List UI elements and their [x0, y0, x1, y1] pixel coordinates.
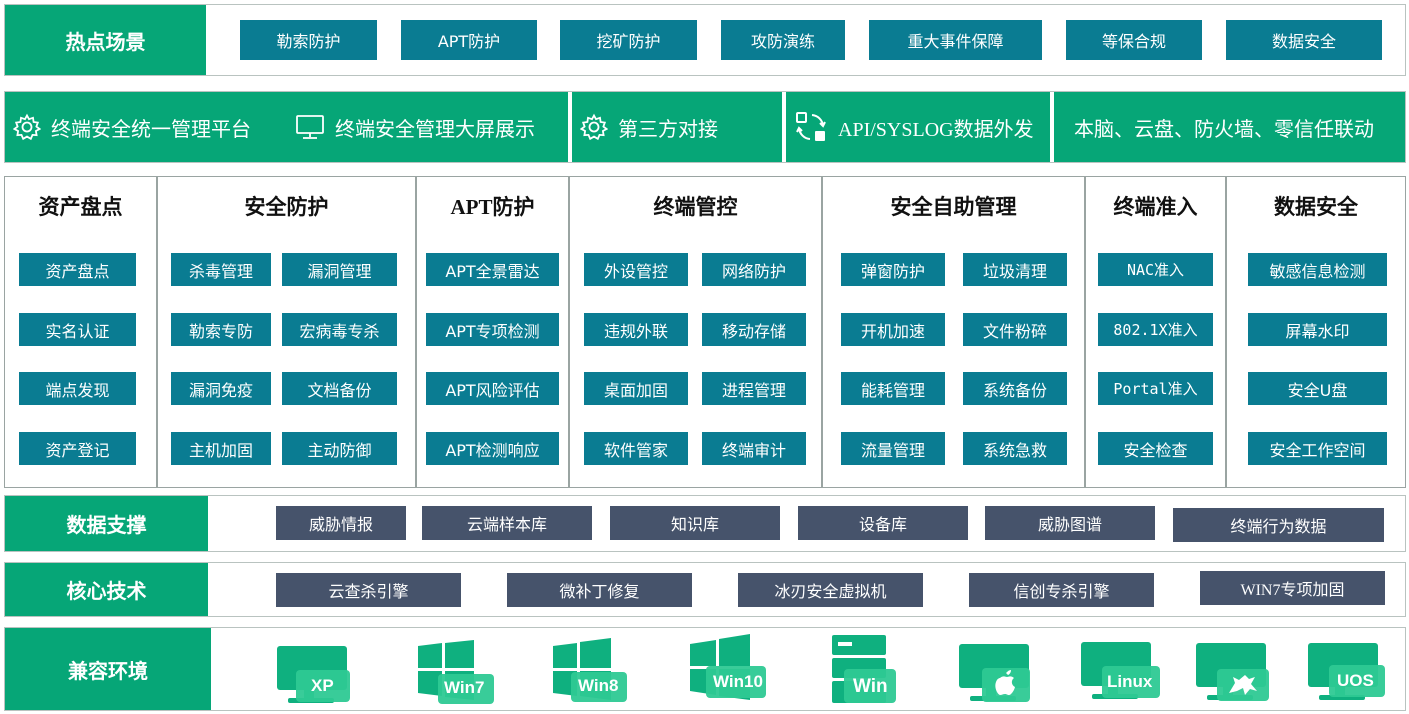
- core-tech-item[interactable]: WIN7专项加固: [1200, 571, 1385, 605]
- module-item[interactable]: 终端审计: [702, 432, 806, 465]
- module-item[interactable]: 开机加速: [841, 313, 945, 346]
- module-item[interactable]: 宏病毒专杀: [282, 313, 397, 346]
- xp-monitor-icon: XP: [274, 644, 354, 706]
- hot-scene-ransomware[interactable]: 勒索防护: [240, 20, 377, 60]
- hot-scene-data-security[interactable]: 数据安全: [1226, 20, 1382, 60]
- feature-linkage-panel: 本脑、云盘、防火墙、零信任联动: [1054, 92, 1405, 162]
- module-title: 终端准入: [1113, 195, 1198, 219]
- os-label-win-server: Win: [853, 676, 888, 697]
- data-support-label: 数据支撑: [5, 496, 208, 551]
- core-tech-band: [4, 562, 1406, 617]
- hot-scene-major-event[interactable]: 重大事件保障: [869, 20, 1042, 60]
- hot-scene-mining[interactable]: 挖矿防护: [560, 20, 697, 60]
- feature-label-bigscreen: 终端安全管理大屏展示: [335, 116, 535, 141]
- module-item[interactable]: 资产登记: [19, 432, 136, 465]
- module-item[interactable]: 违规外联: [584, 313, 688, 346]
- module-item[interactable]: 流量管理: [841, 432, 945, 465]
- module-item[interactable]: 安全U盘: [1248, 372, 1387, 405]
- linux-monitor-icon: Linux: [1078, 640, 1162, 706]
- module-item[interactable]: 外设管控: [584, 253, 688, 286]
- module-item[interactable]: 移动存储: [702, 313, 806, 346]
- module-item[interactable]: NAC准入: [1098, 253, 1213, 286]
- module-item[interactable]: 系统备份: [963, 372, 1067, 405]
- module-item[interactable]: 系统急救: [963, 432, 1067, 465]
- os-label-linux: Linux: [1107, 672, 1153, 691]
- windows-logo-icon: Win8: [549, 638, 631, 706]
- module-item[interactable]: 弹窗防护: [841, 253, 945, 286]
- windows-logo-icon: Win10: [686, 634, 770, 706]
- module-item[interactable]: 进程管理: [702, 372, 806, 405]
- hot-scene-compliance[interactable]: 等保合规: [1066, 20, 1202, 60]
- module-item[interactable]: 主动防御: [282, 432, 397, 465]
- module-item[interactable]: 实名认证: [19, 313, 136, 346]
- data-support-item[interactable]: 威胁图谱: [985, 506, 1155, 540]
- core-tech-item[interactable]: 冰刃安全虚拟机: [738, 573, 923, 607]
- hot-scenes-label: 热点场景: [5, 5, 206, 75]
- feature-label-linkage: 本脑、云盘、防火墙、零信任联动: [1074, 116, 1374, 141]
- gear-icon: [13, 113, 41, 141]
- module-item[interactable]: 漏洞免疫: [171, 372, 271, 405]
- data-support-item[interactable]: 知识库: [610, 506, 780, 540]
- feature-api-syslog-panel: API/SYSLOG数据外发: [786, 92, 1050, 162]
- os-label-uos: UOS: [1337, 671, 1374, 690]
- os-label-xp: XP: [311, 676, 334, 695]
- apple-logo-icon: [956, 642, 1034, 706]
- os-label-win7: Win7: [444, 678, 485, 697]
- module-item[interactable]: Portal准入: [1098, 372, 1213, 405]
- module-title: 安全自助管理: [890, 195, 1017, 219]
- module-item[interactable]: 杀毒管理: [171, 253, 271, 286]
- module-item[interactable]: APT检测响应: [426, 432, 559, 465]
- module-item[interactable]: 桌面加固: [584, 372, 688, 405]
- core-tech-label: 核心技术: [5, 563, 208, 616]
- os-label-win10: Win10: [713, 672, 763, 691]
- core-tech-item[interactable]: 信创专杀引擎: [969, 573, 1154, 607]
- module-item[interactable]: 漏洞管理: [282, 253, 397, 286]
- windows-logo-icon: Win7: [414, 640, 496, 706]
- module-title: APT防护: [450, 195, 535, 219]
- module-item[interactable]: 能耗管理: [841, 372, 945, 405]
- module-item[interactable]: 垃圾清理: [963, 253, 1067, 286]
- feature-label-third-party: 第三方对接: [618, 116, 718, 141]
- module-title: 安全防护: [244, 195, 329, 219]
- compat-label: 兼容环境: [5, 628, 211, 710]
- data-support-item[interactable]: 威胁情报: [276, 506, 406, 540]
- feature-label-api-syslog: API/SYSLOG数据外发: [838, 118, 1034, 141]
- monitor-icon: [296, 115, 324, 139]
- module-item[interactable]: 802.1X准入: [1098, 313, 1213, 346]
- hot-scene-apt[interactable]: APT防护: [401, 20, 537, 60]
- data-support-item[interactable]: 终端行为数据: [1173, 508, 1384, 542]
- data-support-item[interactable]: 设备库: [798, 506, 968, 540]
- gear-icon: [580, 113, 608, 141]
- os-label-win8: Win8: [578, 676, 619, 695]
- sync-icon: [796, 112, 826, 141]
- data-support-item[interactable]: 云端样本库: [422, 506, 592, 540]
- module-item[interactable]: 文档备份: [282, 372, 397, 405]
- core-tech-item[interactable]: 云查杀引擎: [276, 573, 461, 607]
- module-item[interactable]: 安全检查: [1098, 432, 1213, 465]
- module-item[interactable]: APT全景雷达: [426, 253, 559, 286]
- feature-label-platform: 终端安全统一管理平台: [51, 116, 251, 141]
- module-item[interactable]: APT风险评估: [426, 372, 559, 405]
- module-item[interactable]: 端点发现: [19, 372, 136, 405]
- module-item[interactable]: 安全工作空间: [1248, 432, 1387, 465]
- uos-monitor-icon: UOS: [1305, 641, 1387, 707]
- feature-unified-platform-panel: 终端安全统一管理平台 终端安全管理大屏展示: [5, 92, 568, 162]
- module-title: 终端管控: [653, 195, 738, 219]
- module-item[interactable]: 敏感信息检测: [1248, 253, 1387, 286]
- feature-third-party-panel: 第三方对接: [572, 92, 782, 162]
- module-item[interactable]: 屏幕水印: [1248, 313, 1387, 346]
- core-tech-item[interactable]: 微补丁修复: [507, 573, 692, 607]
- module-item[interactable]: 软件管家: [584, 432, 688, 465]
- server-icon: Win: [826, 633, 900, 707]
- module-item[interactable]: 网络防护: [702, 253, 806, 286]
- module-title: 资产盘点: [38, 195, 123, 219]
- module-item[interactable]: 主机加固: [171, 432, 271, 465]
- module-item[interactable]: 资产盘点: [19, 253, 136, 286]
- module-title: 数据安全: [1274, 195, 1358, 219]
- hot-scene-attack-defense[interactable]: 攻防演练: [721, 20, 845, 60]
- module-item[interactable]: 勒索专防: [171, 313, 271, 346]
- kylin-monitor-icon: [1193, 641, 1273, 707]
- module-item[interactable]: 文件粉碎: [963, 313, 1067, 346]
- module-item[interactable]: APT专项检测: [426, 313, 559, 346]
